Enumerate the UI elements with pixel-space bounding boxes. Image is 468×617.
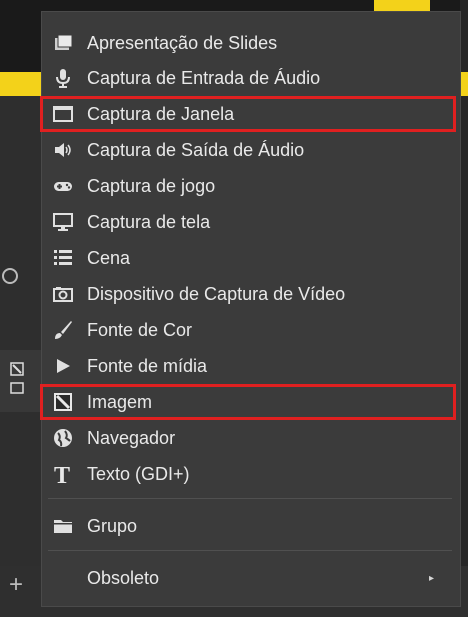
- menu-separator: [48, 498, 452, 499]
- accent-strip: [460, 72, 468, 96]
- menu-item-label: Captura de Entrada de Áudio: [87, 67, 321, 88]
- menu-item-text-gdi[interactable]: T Texto (GDI+): [42, 456, 460, 492]
- menu-item-label: Grupo: [87, 515, 138, 536]
- menu-item-media-source[interactable]: Fonte de mídia: [42, 348, 460, 384]
- menu-item-label: Captura de Saída de Áudio: [87, 139, 305, 160]
- monitor-icon: [50, 209, 76, 235]
- add-source-context-menu: Apresentação de Slides Captura de Entrad…: [40, 12, 460, 606]
- menu-item-window-capture[interactable]: Captura de Janela: [42, 96, 460, 132]
- menu-item-label: Captura de tela: [87, 211, 211, 232]
- menu-item-label: Texto (GDI+): [87, 463, 190, 484]
- menu-item-audio-input[interactable]: Captura de Entrada de Áudio: [42, 60, 460, 96]
- accent-strip: [0, 72, 42, 96]
- submenu-arrow-icon: ▸: [429, 572, 435, 584]
- menu-item-label: Navegador: [87, 427, 176, 448]
- menu-item-scene[interactable]: Cena: [42, 240, 460, 276]
- brush-icon: [50, 317, 76, 343]
- menu-item-browser[interactable]: Navegador: [42, 420, 460, 456]
- menu-item-label: Fonte de mídia: [87, 355, 208, 376]
- image-source-icon[interactable]: [10, 362, 24, 376]
- menu-item-label: Imagem: [87, 391, 153, 412]
- menu-item-group[interactable]: Grupo: [42, 508, 460, 544]
- menu-item-slideshow[interactable]: Apresentação de Slides: [42, 25, 460, 61]
- text-icon: T: [50, 461, 76, 487]
- camera-icon: [50, 281, 76, 307]
- microphone-icon: [50, 65, 76, 91]
- menu-item-label: Captura de Janela: [87, 103, 235, 124]
- folder-icon: [50, 513, 76, 539]
- filter-icon[interactable]: [2, 268, 18, 284]
- play-icon: [50, 353, 76, 379]
- image-icon: [50, 389, 76, 415]
- menu-item-color-source[interactable]: Fonte de Cor: [42, 312, 460, 348]
- svg-text:T: T: [54, 463, 70, 486]
- menu-item-label: Captura de jogo: [87, 175, 216, 196]
- menu-item-deprecated[interactable]: Obsoleto ▸: [42, 560, 460, 596]
- menu-item-image[interactable]: Imagem: [42, 384, 460, 420]
- menu-item-label: Fonte de Cor: [87, 319, 193, 340]
- globe-icon: [50, 425, 76, 451]
- accent-strip: [374, 0, 430, 12]
- add-source-button[interactable]: +: [9, 573, 23, 597]
- menu-item-label: Apresentação de Slides: [87, 32, 278, 53]
- list-icon: [50, 245, 76, 271]
- slideshow-icon: [50, 30, 76, 56]
- menu-item-screen-capture[interactable]: Captura de tela: [42, 204, 460, 240]
- menu-item-game-capture[interactable]: Captura de jogo: [42, 168, 460, 204]
- menu-item-video-capture-device[interactable]: Dispositivo de Captura de Vídeo: [42, 276, 460, 312]
- menu-item-label: Cena: [87, 247, 131, 268]
- menu-item-label: Dispositivo de Captura de Vídeo: [87, 283, 346, 304]
- window-source-icon[interactable]: [10, 381, 24, 395]
- menu-separator: [48, 550, 452, 551]
- menu-item-label: Obsoleto: [87, 567, 160, 588]
- gamepad-icon: [50, 173, 76, 199]
- window-icon: [50, 101, 76, 127]
- menu-item-audio-output[interactable]: Captura de Saída de Áudio: [42, 132, 460, 168]
- speaker-icon: [50, 137, 76, 163]
